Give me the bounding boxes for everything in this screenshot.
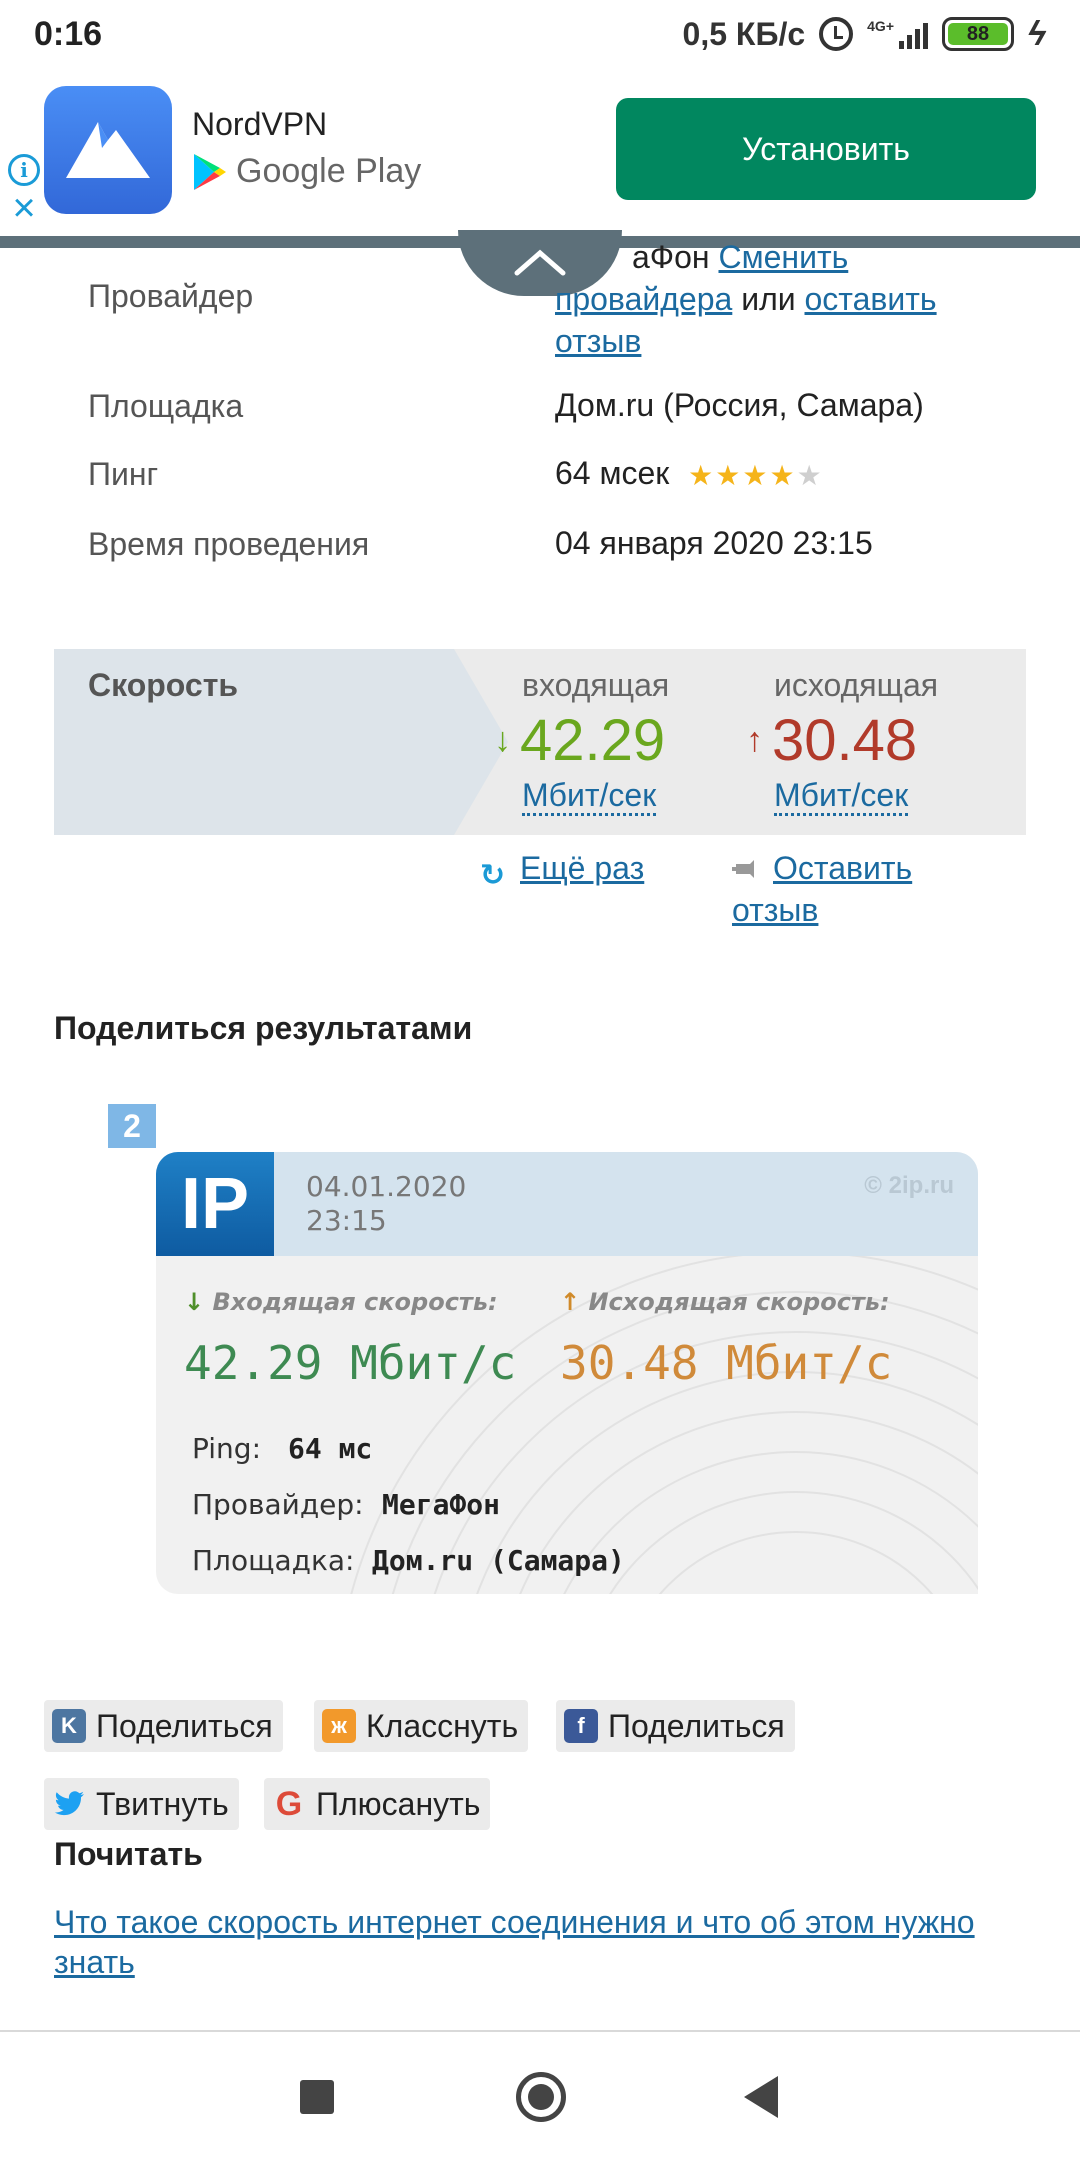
speed-title: Скорость: [88, 667, 239, 703]
download-value: 42.29: [520, 708, 666, 773]
download-label: входящая: [522, 667, 670, 703]
retry-link[interactable]: Ещё раз: [520, 850, 644, 887]
ad-store-label: Google Play: [236, 152, 422, 190]
nordvpn-logo-icon[interactable]: [44, 86, 172, 214]
card-body: IP 04.01.2020 23:15 © 2ip.ru ↓ Входящая …: [156, 1152, 978, 1594]
download-arrow-icon: ↓: [494, 721, 511, 759]
leave-review-link[interactable]: оставить: [805, 281, 937, 317]
ip-logo: IP: [156, 1152, 274, 1256]
card-upload-value: 30.48 Мбит/с: [560, 1336, 893, 1390]
home-icon[interactable]: [516, 2072, 566, 2122]
retry-icon[interactable]: ↻: [480, 858, 505, 893]
share-twitter-label: Твитнуть: [96, 1785, 229, 1822]
card-datetime: 04.01.2020 23:15: [306, 1170, 466, 1238]
card-header: [156, 1152, 978, 1256]
article-link[interactable]: Что такое скорость интернет соединения и…: [54, 1902, 1044, 1982]
card-ping-value: 64 мс: [288, 1432, 373, 1465]
speed-block: Скорость входящая ↓ 42.29 Мбит/сек исход…: [54, 649, 1026, 835]
card-time: 23:15: [306, 1204, 387, 1237]
share-fb-label: Поделиться: [608, 1707, 785, 1744]
share-google-label: Плюсануть: [316, 1785, 481, 1822]
back-icon[interactable]: [744, 2076, 778, 2118]
card-date: 04.01.2020: [306, 1170, 467, 1203]
change-provider-link-2[interactable]: провайдера: [555, 281, 732, 317]
rating-star-icon: ★: [688, 459, 714, 491]
feedback-icon: [732, 860, 754, 878]
card-badge: 2: [108, 1104, 156, 1148]
share-ok-button[interactable]: ж Класснуть: [314, 1700, 529, 1752]
google-plus-icon: G: [275, 1784, 303, 1823]
time-value: 04 января 2020 23:15: [555, 525, 873, 561]
share-fb-button[interactable]: f Поделиться: [556, 1700, 795, 1752]
battery-icon: 88: [942, 17, 1014, 51]
card-download-value: 42.29 Мбит/с: [184, 1336, 517, 1390]
status-indicators: 0,5 КБ/с 4G+ 88 ϟ: [683, 15, 1046, 54]
ad-close-icon[interactable]: ×: [8, 188, 40, 228]
provider-label: Провайдер: [88, 278, 254, 314]
ad-app-name[interactable]: NordVPN: [192, 106, 327, 143]
twitter-icon: [52, 1787, 86, 1821]
google-play-icon: [194, 154, 226, 190]
site-label: Площадка: [88, 388, 244, 424]
upload-unit[interactable]: Мбит/сек: [774, 777, 909, 816]
upload-arrow-icon: ↑: [746, 721, 763, 759]
alarm-icon: [819, 17, 854, 51]
time-label: Время проведения: [88, 526, 370, 562]
provider-review-line: отзыв: [555, 320, 641, 362]
install-button[interactable]: Установить: [616, 98, 1036, 200]
site-value: Дом.ru (Россия, Самара): [555, 387, 924, 423]
card-provider-value: МегаФон: [382, 1488, 501, 1521]
ping-value: 64 мсек: [555, 455, 670, 491]
share-twitter-button[interactable]: Твитнуть: [44, 1778, 239, 1830]
share-ok-label: Класснуть: [366, 1707, 519, 1744]
feedback-link-2[interactable]: отзыв: [732, 892, 818, 929]
vk-icon: K: [52, 1709, 86, 1743]
or-text: или: [741, 281, 796, 317]
rating-star-icon: ★: [796, 459, 822, 491]
recents-icon[interactable]: [300, 2080, 334, 2114]
change-provider-link[interactable]: Сменить: [718, 239, 848, 275]
share-vk-label: Поделиться: [96, 1707, 273, 1744]
share-title: Поделиться результатами: [54, 1010, 473, 1046]
provider-value-partial: аФон Сменить: [632, 239, 849, 275]
share-vk-button[interactable]: K Поделиться: [44, 1700, 283, 1752]
status-bar: 0:16 0,5 КБ/с 4G+ 88 ϟ: [0, 0, 1080, 68]
chevron-up-icon: [514, 249, 566, 276]
rating-star-icon: ★: [769, 459, 795, 491]
rating-star-icon: ★: [742, 459, 768, 491]
card-provider-label: Провайдер:: [192, 1488, 364, 1521]
card-download-head: ↓ Входящая скорость:: [184, 1288, 498, 1316]
signal-icon: 4G+: [867, 19, 928, 49]
upload-label: исходящая: [774, 667, 939, 703]
ad-info-icon[interactable]: i: [8, 154, 40, 186]
facebook-icon: f: [564, 1709, 598, 1743]
ping-label: Пинг: [88, 456, 159, 492]
share-google-button[interactable]: G Плюсануть: [264, 1778, 491, 1830]
feedback-link[interactable]: Оставить: [773, 850, 912, 887]
charging-icon: ϟ: [1028, 14, 1046, 53]
card-upload-head: ↑ Исходящая скорость:: [560, 1288, 890, 1316]
ping-rating-stars: ★ ★ ★ ★ ★: [688, 455, 822, 497]
download-unit[interactable]: Мбит/сек: [522, 777, 657, 816]
navigation-bar: [0, 2030, 1080, 2160]
rating-star-icon: ★: [715, 459, 741, 491]
ad-banner[interactable]: i × NordVPN Google Play Установить: [0, 68, 1080, 238]
upload-value: 30.48: [772, 708, 918, 773]
ping-value-row: 64 мсек ★ ★ ★ ★ ★: [555, 452, 822, 497]
network-type: 4G+: [867, 18, 894, 34]
card-site-label: Площадка:: [192, 1544, 355, 1577]
card-watermark: © 2ip.ru: [864, 1172, 954, 1199]
read-title: Почитать: [54, 1836, 203, 1872]
odnoklassniki-icon: ж: [322, 1709, 356, 1743]
status-time: 0:16: [34, 14, 103, 53]
leave-review-link-2[interactable]: отзыв: [555, 323, 641, 359]
card-ping-label: Ping:: [192, 1432, 262, 1465]
card-site-value: Дом.ru (Самара): [372, 1544, 625, 1577]
share-result-card[interactable]: 2 IP 04.01.2020 23:15 © 2ip.ru ↓ Входяща…: [108, 1104, 978, 1594]
provider-links: провайдера или оставить: [555, 278, 937, 320]
battery-level: 88: [948, 23, 1008, 45]
net-speed: 0,5 КБ/с: [682, 15, 806, 52]
